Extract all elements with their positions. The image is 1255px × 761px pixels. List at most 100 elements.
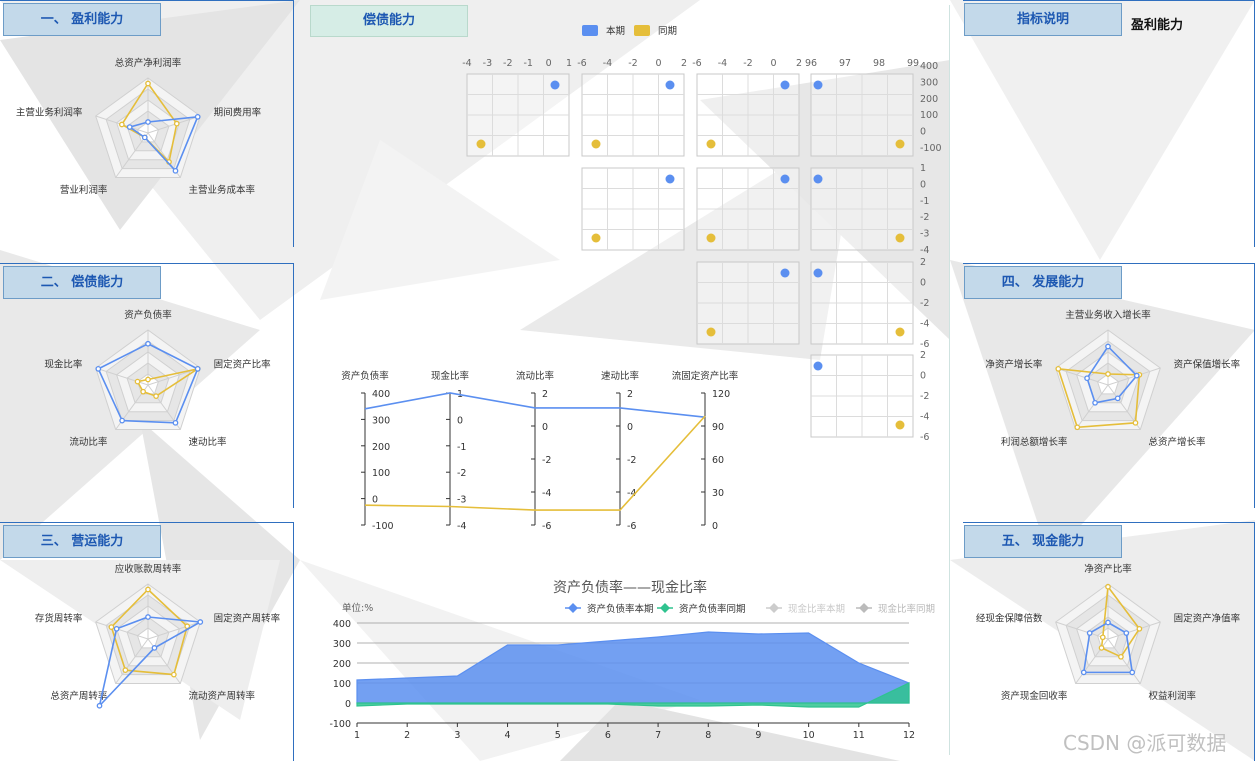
scatter-right-tick: -2	[920, 298, 929, 309]
scatter-top-tick: -4	[462, 58, 471, 69]
scatter-point-current	[813, 268, 823, 278]
area-x-tick: 4	[505, 730, 511, 741]
area-chart-title: 资产负债率——现金比率	[553, 579, 707, 596]
scatter-top-tick: 0	[546, 58, 552, 69]
parallel-tick-label: 2	[627, 389, 633, 400]
scatter-point-previous	[706, 327, 716, 337]
scatter-right-tick: 1	[920, 163, 926, 174]
area-y-tick: -100	[329, 719, 351, 730]
legend-previous-label: 同期	[658, 26, 677, 37]
area-y-tick: 200	[333, 659, 351, 670]
parallel-tick-label: 200	[372, 442, 390, 453]
parallel-tick-label: 0	[457, 415, 463, 426]
parallel-tick-label: -3	[457, 495, 466, 506]
scatter-right-tick: 0	[920, 179, 926, 190]
scatter-right-tick: 0	[920, 371, 926, 382]
parallel-tick-label: -100	[372, 521, 394, 532]
scatter-point-previous	[895, 233, 905, 243]
scatter-point-previous	[706, 233, 716, 243]
scatter-point-current	[813, 361, 823, 371]
parallel-tick-label: 0	[712, 521, 718, 532]
parallel-axis-name: 流动比率	[516, 370, 555, 382]
scatter-point-previous	[591, 139, 601, 149]
watermark: CSDN @派可数据	[1063, 731, 1227, 755]
legend-current-label: 本期	[606, 25, 625, 37]
scatter-top-tick: 0	[770, 58, 776, 69]
scatter-right-tick: 400	[920, 61, 938, 72]
area-legend-label: 资产负债率同期	[679, 603, 746, 615]
scatter-right-tick: 2	[920, 350, 926, 361]
area-x-tick: 3	[454, 730, 460, 741]
scatter-right-tick: 0	[920, 278, 926, 289]
parallel-axis-name: 资产负债率	[341, 370, 389, 382]
parallel-tick-label: 0	[627, 422, 633, 433]
scatter-point-previous	[591, 233, 601, 243]
scatter-right-tick: -6	[920, 339, 929, 350]
parallel-axis-name: 流固定资产比率	[672, 370, 739, 382]
scatter-point-current	[813, 80, 823, 90]
scatter-top-tick: 97	[839, 58, 851, 69]
parallel-tick-label: 400	[372, 389, 390, 400]
area-x-tick: 12	[903, 730, 915, 741]
scatter-right-tick: 2	[920, 257, 926, 268]
scatter-right-tick: 200	[920, 94, 938, 105]
area-x-tick: 2	[404, 730, 410, 741]
scatter-top-tick: -1	[523, 58, 532, 69]
scatter-point-current	[665, 80, 675, 90]
scatter-top-tick: -6	[577, 58, 586, 69]
parallel-tick-label: 120	[712, 389, 730, 400]
area-legend-label: 现金比率同期	[878, 603, 935, 615]
area-legend-marker	[568, 603, 578, 613]
parallel-tick-label: 2	[542, 389, 548, 400]
scatter-right-tick: 100	[920, 110, 938, 121]
parallel-tick-label: -2	[457, 468, 466, 479]
scatter-top-tick: -2	[743, 58, 752, 69]
scatter-right-tick: -3	[920, 229, 929, 240]
scatter-point-previous	[895, 139, 905, 149]
area-x-tick: 6	[605, 730, 611, 741]
area-x-tick: 7	[655, 730, 661, 741]
parallel-tick-label: -6	[627, 521, 636, 532]
parallel-tick-label: -2	[542, 455, 551, 466]
scatter-top-tick: 2	[796, 58, 802, 69]
scatter-right-tick: -2	[920, 212, 929, 223]
parallel-tick-label: -1	[457, 442, 466, 453]
area-x-tick: 11	[853, 730, 865, 741]
scatter-point-current	[813, 174, 823, 184]
legend-previous-swatch	[634, 25, 650, 36]
area-y-tick: 400	[333, 619, 351, 630]
scatter-point-previous	[895, 420, 905, 430]
parallel-tick-label: 30	[712, 488, 724, 499]
scatter-top-tick: 99	[907, 58, 919, 69]
legend-current-swatch	[582, 25, 598, 36]
scatter-top-tick: 96	[805, 58, 817, 69]
scatter-top-tick: -4	[603, 58, 612, 69]
scatter-right-tick: -6	[920, 432, 929, 443]
scatter-point-current	[780, 268, 790, 278]
scatter-top-tick: -6	[692, 58, 701, 69]
scatter-right-tick: -4	[920, 412, 929, 423]
scatter-point-previous	[706, 139, 716, 149]
scatter-right-tick: -2	[920, 391, 929, 402]
scatter-point-previous	[895, 327, 905, 337]
parallel-tick-label: 60	[712, 455, 724, 466]
parallel-axis-name: 现金比率	[431, 370, 470, 382]
area-x-tick: 5	[555, 730, 561, 741]
parallel-tick-label: -2	[627, 455, 636, 466]
scatter-right-tick: -1	[920, 196, 929, 207]
area-x-tick: 1	[354, 730, 360, 741]
area-legend-marker	[769, 603, 779, 613]
scatter-top-tick: 98	[873, 58, 885, 69]
scatter-top-tick: -2	[628, 58, 637, 69]
area-legend-label: 资产负债率本期	[587, 603, 654, 615]
parallel-tick-label: -4	[457, 521, 466, 532]
scatter-point-current	[780, 80, 790, 90]
scatter-top-tick: 2	[681, 58, 687, 69]
solvency-charts: 本期 同期-4 -3 -2 -1 0 1 -6 -4 -2 0 2 -6 -4 -2 0 2 96 97 98 99 40…	[329, 25, 942, 741]
parallel-tick-label: 0	[372, 495, 378, 506]
parallel-tick-label: -6	[542, 521, 551, 532]
area-x-tick: 8	[705, 730, 711, 741]
scatter-top-tick: 0	[655, 58, 661, 69]
area-legend-marker	[859, 603, 869, 613]
scatter-right-tick: -100	[920, 143, 942, 154]
